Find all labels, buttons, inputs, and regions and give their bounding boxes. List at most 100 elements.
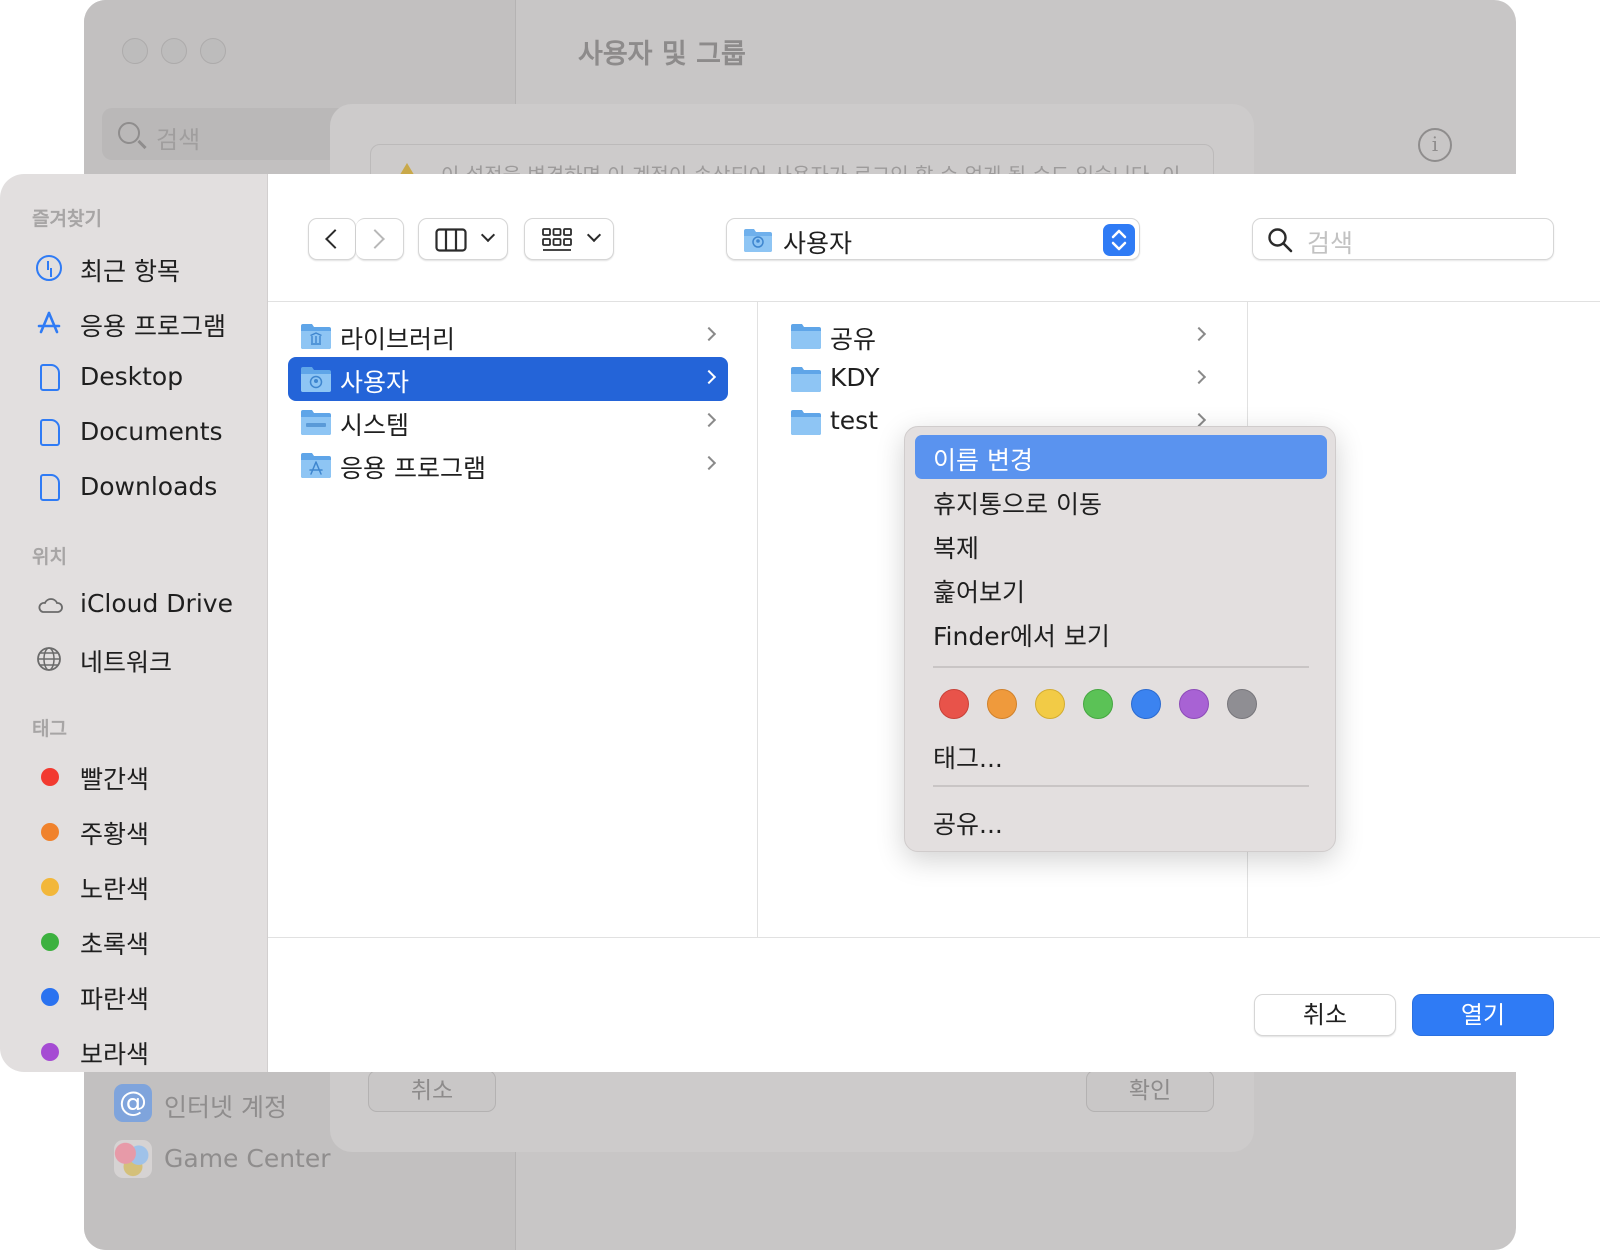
applications-icon (37, 311, 61, 334)
path-popup[interactable]: 사용자 (726, 218, 1140, 260)
document-icon (40, 419, 60, 446)
list-item-library[interactable]: 라이브러리 (288, 314, 728, 358)
tag-color-blue[interactable] (1131, 689, 1161, 719)
red-tag-dot (41, 768, 59, 786)
sidebar-item-icloud-drive[interactable]: iCloud Drive (32, 583, 262, 627)
background-window-title: 사용자 및 그룹 (578, 39, 746, 70)
menu-item-label: 공유... (933, 810, 1003, 839)
menu-separator (933, 785, 1309, 787)
game-center-icon (114, 1140, 152, 1178)
list-item-kdy[interactable]: KDY (778, 357, 1218, 401)
background-search-placeholder: 검색 (156, 126, 201, 154)
sidebar-item-label: Downloads (80, 472, 218, 501)
sidebar-item-label: 응용 프로그램 (80, 312, 226, 341)
search-field[interactable]: 검색 (1252, 218, 1554, 260)
sidebar-item-label: Documents (80, 417, 223, 446)
dialog-toolbar: 사용자 검색 (268, 174, 1600, 302)
tag-color-green[interactable] (1083, 689, 1113, 719)
sidebar-tag-label: 노란색 (80, 875, 150, 904)
sidebar-item-network[interactable]: 네트워크 (32, 637, 262, 681)
column-divider[interactable] (757, 302, 758, 938)
path-popup-label: 사용자 (783, 229, 853, 258)
chevron-down-icon (480, 227, 496, 243)
document-icon (40, 364, 60, 391)
tag-color-red[interactable] (939, 689, 969, 719)
zoom-window-button[interactable] (200, 38, 226, 64)
menu-item-tags[interactable]: 태그... (915, 733, 1327, 777)
sidebar-tag-blue[interactable]: 파란색 (32, 974, 262, 1018)
updown-chevron-icon (1103, 224, 1135, 256)
users-folder-icon (301, 367, 331, 392)
chevron-right-icon (701, 369, 717, 385)
sidebar-tag-orange[interactable]: 주황색 (32, 809, 262, 853)
menu-item-label: Finder에서 보기 (933, 622, 1110, 651)
locations-header: 위치 (32, 546, 67, 568)
cancel-button[interactable]: 취소 (1254, 994, 1396, 1036)
blue-tag-dot (41, 988, 59, 1006)
chevron-right-icon (1191, 412, 1207, 428)
orange-tag-dot (41, 823, 59, 841)
sidebar-item-label: 최근 항목 (80, 257, 180, 286)
at-sign-icon: @ (114, 1084, 152, 1122)
list-item-users[interactable]: 사용자 (288, 357, 728, 401)
background-confirm-button[interactable]: 확인 (1086, 1070, 1214, 1112)
applications-folder-icon (301, 453, 331, 478)
info-icon[interactable]: i (1418, 128, 1452, 162)
menu-separator (933, 666, 1309, 668)
finder-sidebar: 즐겨찾기 최근 항목 응용 프로그램 Desktop Documents Dow… (0, 174, 268, 1072)
list-item-shared[interactable]: 공유 (778, 314, 1218, 358)
sidebar-tag-purple[interactable]: 보라색 (32, 1029, 262, 1072)
close-window-button[interactable] (122, 38, 148, 64)
menu-item-duplicate[interactable]: 복제 (915, 523, 1327, 567)
list-item-system[interactable]: 시스템 (288, 400, 728, 444)
green-tag-dot (41, 933, 59, 951)
background-cancel-button[interactable]: 취소 (368, 1070, 496, 1112)
sidebar-item-downloads[interactable]: Downloads (32, 466, 262, 510)
globe-icon (37, 647, 61, 671)
sidebar-tag-yellow[interactable]: 노란색 (32, 864, 262, 908)
sidebar-item-applications[interactable]: 응용 프로그램 (32, 301, 262, 345)
open-button[interactable]: 열기 (1412, 994, 1554, 1036)
list-item-label: 시스템 (340, 411, 410, 440)
sidebar-item-label: iCloud Drive (80, 589, 233, 618)
sidebar-tag-red[interactable]: 빨간색 (32, 754, 262, 798)
menu-item-show-in-finder[interactable]: Finder에서 보기 (915, 611, 1327, 655)
sidebar-item-documents[interactable]: Documents (32, 411, 262, 455)
clock-icon (36, 255, 62, 281)
tags-header: 태그 (32, 718, 67, 740)
context-menu: 이름 변경 휴지통으로 이동 복제 훑어보기 Finder에서 보기 태그...… (904, 426, 1336, 852)
sidebar-item-desktop[interactable]: Desktop (32, 356, 262, 400)
tag-color-gray[interactable] (1227, 689, 1257, 719)
sidebar-item-label: Desktop (80, 362, 184, 391)
background-sidebar-item-label: 인터넷 계정 (164, 1093, 287, 1122)
favorites-header: 즐겨찾기 (32, 208, 102, 230)
cloud-icon (38, 598, 63, 613)
menu-item-move-to-trash[interactable]: 휴지통으로 이동 (915, 479, 1327, 523)
menu-item-label: 이름 변경 (933, 446, 1033, 475)
minimize-window-button[interactable] (161, 38, 187, 64)
tag-color-yellow[interactable] (1035, 689, 1065, 719)
menu-item-quick-look[interactable]: 훑어보기 (915, 567, 1327, 611)
list-item-label: 라이브러리 (340, 325, 456, 354)
group-by-button[interactable] (524, 218, 614, 260)
tag-color-purple[interactable] (1179, 689, 1209, 719)
sidebar-tag-green[interactable]: 초록색 (32, 919, 262, 963)
chevron-left-icon (325, 229, 345, 249)
chevron-right-icon (701, 412, 717, 428)
tag-color-orange[interactable] (987, 689, 1017, 719)
yellow-tag-dot (41, 878, 59, 896)
search-icon (1268, 228, 1293, 253)
search-placeholder: 검색 (1307, 229, 1354, 258)
back-button[interactable] (308, 218, 356, 260)
forward-button[interactable] (356, 218, 404, 260)
sidebar-tag-label: 초록색 (80, 930, 150, 959)
chevron-right-icon (701, 326, 717, 342)
sidebar-item-recents[interactable]: 최근 항목 (32, 246, 262, 290)
list-item-applications[interactable]: 응용 프로그램 (288, 443, 728, 487)
view-mode-button[interactable] (418, 218, 508, 260)
document-icon (40, 474, 60, 501)
chevron-right-icon (1191, 369, 1207, 385)
menu-item-rename[interactable]: 이름 변경 (915, 435, 1327, 479)
menu-item-label: 휴지통으로 이동 (933, 490, 1102, 519)
menu-item-share[interactable]: 공유... (915, 799, 1327, 843)
